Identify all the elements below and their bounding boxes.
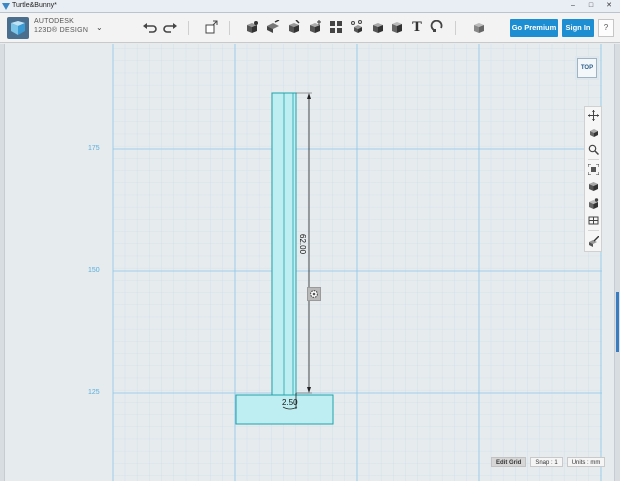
viewcube-top[interactable]: TOP [577, 58, 597, 78]
window-title: Turtle&Bunny* [12, 2, 57, 9]
group-icon[interactable] [348, 18, 366, 36]
redo-icon[interactable] [161, 18, 179, 36]
snap-field[interactable]: Snap : 1 [530, 457, 563, 467]
grid-label-150: 150 [88, 267, 100, 274]
construct-icon[interactable] [285, 18, 303, 36]
app-icon [2, 3, 10, 10]
nav-divider [588, 159, 599, 160]
primitives-icon[interactable] [243, 18, 261, 36]
toggle-grid-icon[interactable] [587, 235, 600, 248]
snap-icon[interactable] [428, 18, 446, 36]
window-controls: – □ ✕ [564, 0, 618, 12]
close-button[interactable]: ✕ [600, 0, 618, 11]
settings-gear-icon[interactable] [307, 287, 321, 301]
app-menu-chevron-down-icon[interactable]: ⌄ [96, 23, 103, 32]
sketch-icon[interactable] [264, 18, 282, 36]
measure-icon[interactable] [388, 18, 406, 36]
status-bar: Edit Grid Snap : 1 Units : mm [491, 457, 606, 467]
shaded-icon[interactable] [587, 197, 600, 210]
minimize-button[interactable]: – [564, 0, 582, 11]
transform-icon[interactable] [202, 18, 220, 36]
grid-label-175: 175 [88, 145, 100, 152]
123d-logo-icon[interactable] [7, 17, 29, 39]
main-toolbar: AUTODESK 123D® DESIGN ⌄ T Go Premium Sig… [0, 13, 620, 43]
nav-divider [588, 230, 599, 231]
pan-icon[interactable] [587, 109, 600, 122]
sign-in-button[interactable]: Sign In [562, 19, 594, 37]
text-icon[interactable]: T [408, 18, 426, 36]
left-panel-edge [0, 44, 5, 481]
brand-product: 123D® DESIGN [34, 27, 89, 34]
toolbar-divider [455, 21, 456, 35]
design-canvas[interactable]: 175 150 125 62.00 2.50 [0, 44, 620, 481]
hidden-icon[interactable] [587, 214, 600, 227]
right-panel-edge[interactable] [614, 44, 620, 481]
navigation-bar [584, 106, 602, 252]
toolbar-divider [188, 21, 189, 35]
edit-grid-button[interactable]: Edit Grid [491, 457, 527, 467]
scroll-indicator[interactable] [616, 292, 619, 352]
fit-icon[interactable] [587, 163, 600, 176]
width-dimension-value[interactable]: 2.50 [282, 398, 298, 407]
window-titlebar: Turtle&Bunny* – □ ✕ [0, 0, 620, 13]
material-icon[interactable] [470, 18, 488, 36]
undo-icon[interactable] [141, 18, 159, 36]
toolbar-divider [229, 21, 230, 35]
pattern-icon[interactable] [327, 18, 345, 36]
grid-label-125: 125 [88, 389, 100, 396]
orbit-icon[interactable] [587, 126, 600, 139]
modify-icon[interactable] [306, 18, 324, 36]
brand-autodesk: AUTODESK [34, 18, 74, 25]
go-premium-button[interactable]: Go Premium [510, 19, 558, 37]
maximize-button[interactable]: □ [582, 0, 600, 11]
combine-icon[interactable] [369, 18, 387, 36]
minor-grid [113, 44, 602, 481]
zoom-icon[interactable] [587, 143, 600, 156]
units-field[interactable]: Units : mm [566, 457, 606, 467]
perspective-icon[interactable] [587, 180, 600, 193]
height-dimension-value[interactable]: 62.00 [298, 234, 307, 255]
help-button[interactable]: ? [598, 19, 614, 37]
